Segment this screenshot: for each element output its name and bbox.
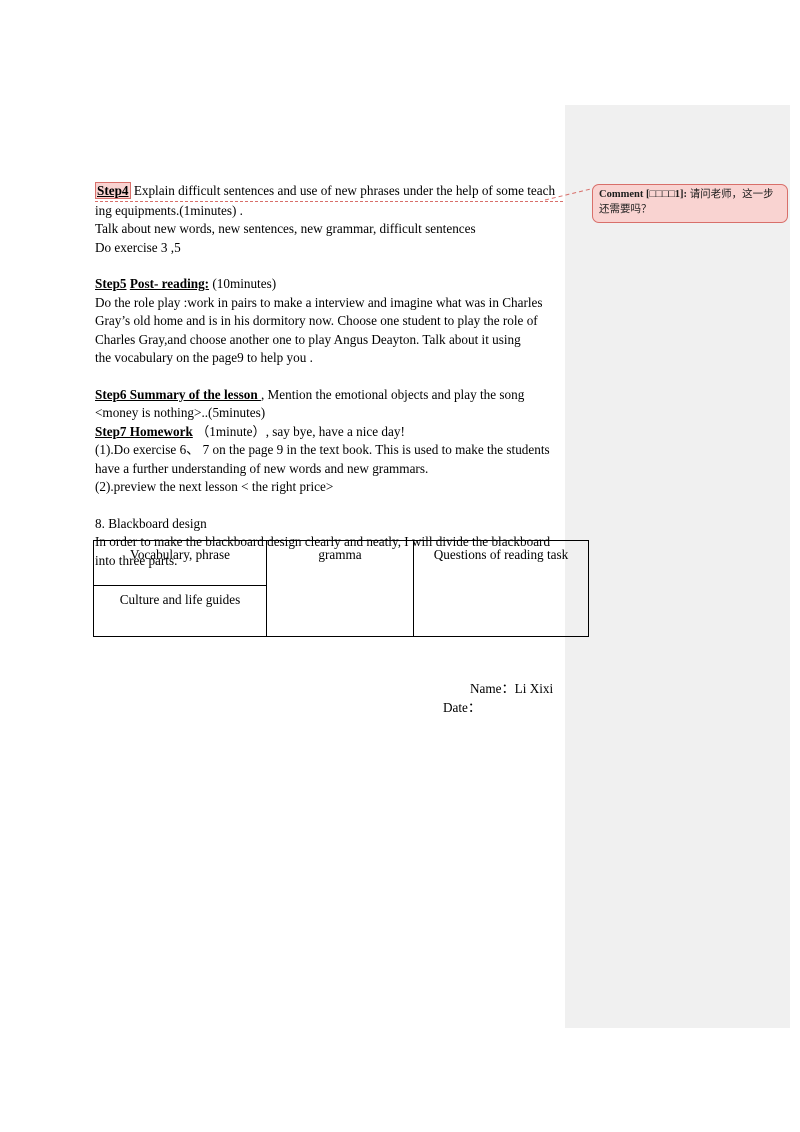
step6-heading-line: Step6 Summary of the lesson , Mention th… <box>95 386 563 405</box>
comment-callout[interactable]: Comment [□□□□1]: 请问老师，这一步还需要吗？ <box>592 184 788 223</box>
step7-block: Step7 Homework （1minute）, say bye, have … <box>95 423 563 497</box>
spacer-after-step5 <box>95 368 563 386</box>
step6-line2: <money is nothing>..(5minutes) <box>95 405 266 420</box>
table-cell-questions: Questions of reading task <box>413 540 589 637</box>
step6-block: Step6 Summary of the lesson , Mention th… <box>95 386 563 423</box>
blackboard-heading: 8. Blackboard design <box>95 515 207 531</box>
signature-date: Date： <box>443 699 482 715</box>
step5-line-1: Do the role play :work in pairs to make … <box>95 294 543 310</box>
step7-item-1-cont: have a further understanding of new word… <box>95 460 429 476</box>
step7-item-2: (2).preview the next lesson < the right … <box>95 479 334 494</box>
step5-heading: Step5 Post- reading: (10minutes) <box>95 275 563 294</box>
step5-duration: (10minutes) <box>212 276 277 291</box>
step7-item-1: (1).Do exercise 6、 7 on the page 9 in th… <box>95 442 550 457</box>
signature-name: Name：Li Xixi <box>470 681 554 696</box>
table-cell-gramma: gramma <box>266 540 414 637</box>
step7-heading-line: Step7 Homework （1minute）, say bye, have … <box>95 423 563 442</box>
step4-tracked-change-chip[interactable]: Step4 <box>95 182 131 199</box>
step5-line-2: Gray’s old home and is in his dormitory … <box>95 313 538 328</box>
table-cell-culture: Culture and life guides <box>93 585 267 637</box>
document-text-column: Step4 Explain difficult sentences and us… <box>95 182 563 570</box>
step4-line2: ing equipments.(1minutes) . <box>95 202 243 218</box>
comment-tag: Comment [□□□□1]: <box>599 189 688 200</box>
step6-heading: Step6 Summary of the lesson <box>95 386 261 402</box>
step4-line4: Do exercise 3 ,5 <box>95 239 181 255</box>
spacer-after-step4 <box>95 257 563 275</box>
step5-block: Step5 Post- reading: (10minutes) Do the … <box>95 275 563 368</box>
comment-margin-panel <box>565 105 790 1028</box>
step4-line3: Talk about new words, new sentences, new… <box>95 221 476 236</box>
table-cell-vocabulary: Vocabulary, phrase <box>93 540 267 586</box>
step4-block: Step4 Explain difficult sentences and us… <box>95 182 563 257</box>
step5-line-3: Charles Gray,and choose another one to p… <box>95 331 521 347</box>
step7-tail: （1minute）, say bye, have a nice day! <box>196 423 405 439</box>
signature-block: Name：Li Xixi Date： <box>443 680 553 717</box>
step7-heading: Step7 Homework <box>95 423 193 439</box>
step5-heading-step: Step5 <box>95 276 127 291</box>
step4-line1-text: Explain difficult sentences and use of n… <box>130 183 556 198</box>
step5-line-4: the vocabulary on the page9 to help you … <box>95 350 313 365</box>
step4-line1: Step4 Explain difficult sentences and us… <box>95 182 563 202</box>
step5-heading-title: Post- reading: <box>129 276 210 291</box>
table-row: Vocabulary, phrase gramma Questions of r… <box>93 540 589 637</box>
blackboard-design-table: Vocabulary, phrase gramma Questions of r… <box>93 540 589 637</box>
spacer-after-step7 <box>95 497 563 515</box>
step6-tail: , Mention the emotional objects and play… <box>260 386 525 402</box>
